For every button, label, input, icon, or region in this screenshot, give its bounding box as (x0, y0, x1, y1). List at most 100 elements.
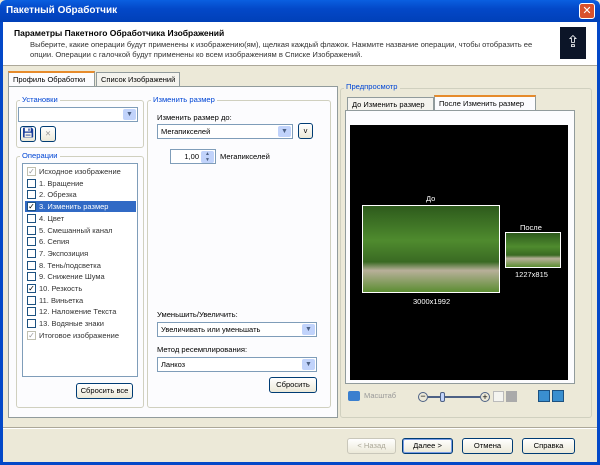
checkbox[interactable] (27, 190, 36, 200)
operation-item[interactable]: ✓ 3. Изменить размер (25, 201, 136, 213)
zoom-slider-thumb[interactable] (440, 392, 445, 402)
operation-item[interactable]: 5. Смешанный канал (25, 225, 136, 236)
checkbox[interactable] (27, 225, 36, 235)
operation-item[interactable]: 11. Виньетка (25, 295, 136, 306)
operation-label: Исходное изображение (39, 167, 121, 176)
operation-label: Итоговое изображение (39, 330, 120, 340)
presets-select[interactable]: ▼ (18, 107, 138, 122)
tab-image-list[interactable]: Список Изображений (96, 72, 180, 86)
footer-divider (3, 427, 597, 429)
preview-label: Предпросмотр (344, 82, 400, 91)
chevron-down-icon: ▼ (123, 109, 136, 120)
operations-list: ✓ Исходное изображение 1. Вращение 2. Обрез… (22, 163, 138, 377)
operation-label: 6. Сепия (39, 237, 70, 247)
tab-before[interactable]: До Изменить размер (347, 97, 434, 111)
checkbox[interactable] (27, 307, 36, 317)
spin-arrows-icon[interactable]: ▲ ▼ (201, 151, 214, 163)
header-title: Параметры Пакетного Обработчика Изображе… (14, 28, 225, 38)
help-button[interactable]: Справка (522, 438, 575, 454)
chevron-down-icon: ▼ (302, 324, 315, 335)
amount-stepper[interactable]: 1,00 ▲ ▼ (170, 149, 216, 164)
amount-unit: Мегапикселей (220, 152, 270, 161)
operation-item[interactable]: 6. Сепия (25, 236, 136, 247)
after-image (505, 232, 561, 268)
checkbox[interactable] (27, 178, 36, 188)
header-description: Выберите, какие операции будут применены… (30, 40, 533, 59)
next-button[interactable]: Далее > (402, 438, 453, 454)
after-size: 1227x815 (515, 270, 548, 279)
close-icon[interactable]: ✕ (579, 3, 595, 19)
zoom-out-icon[interactable]: − (418, 392, 428, 402)
cancel-button[interactable]: Отмена (462, 438, 513, 454)
reset-all-button[interactable]: Сбросить все (76, 383, 133, 399)
actual-size-icon[interactable] (506, 391, 517, 402)
resize-to-label: Изменить размер до: (157, 113, 232, 122)
before-label: До (426, 194, 436, 203)
checkbox[interactable] (27, 272, 36, 282)
operation-item[interactable]: 4. Цвет (25, 213, 136, 224)
operation-item[interactable]: 9. Снижение Шума (25, 271, 136, 282)
operation-item[interactable]: 8. Тень/подсветка (25, 260, 136, 271)
rotate-left-icon[interactable] (538, 390, 550, 402)
back-button[interactable]: < Назад (347, 438, 396, 454)
operation-label: 3. Изменить размер (39, 202, 109, 212)
operation-item[interactable]: ✓ Исходное изображение (25, 166, 136, 177)
checkbox[interactable] (27, 295, 36, 305)
zoom-in-icon[interactable]: + (480, 392, 490, 402)
save-icon: 💾︎ (21, 128, 35, 139)
export-image-icon: ⇪ (560, 27, 586, 59)
checkbox[interactable] (27, 237, 36, 247)
operation-label: 8. Тень/подсветка (39, 260, 101, 270)
resize-to-select[interactable]: Мегапикселей ▼ (157, 124, 293, 139)
checkbox[interactable] (27, 319, 36, 329)
zoom-label: Масштаб (364, 391, 397, 400)
resize-label: Изменить размер (151, 95, 217, 104)
shrink-select[interactable]: Увеличивать или уменьшать ▼ (157, 322, 317, 337)
checkbox[interactable] (27, 260, 36, 270)
resample-label: Метод ресемплирования: (157, 345, 248, 354)
operation-label: 10. Резкость (39, 284, 83, 293)
operations-label: Операции (20, 151, 60, 160)
resize-to-value: Мегапикселей (161, 127, 211, 136)
operation-label: 13. Водяные знаки (39, 319, 104, 329)
operation-item[interactable]: ✓ Итоговое изображение (25, 330, 136, 341)
title-bar[interactable]: Пакетный Обработчик (0, 0, 600, 22)
rotate-right-icon[interactable] (552, 390, 564, 402)
checkbox[interactable]: ✓ (27, 202, 36, 212)
v-button[interactable]: v (298, 123, 313, 139)
tab-profile[interactable]: Профиль Обработки (8, 71, 95, 86)
chevron-down-icon: ▼ (302, 359, 315, 370)
shrink-value: Увеличивать или уменьшать (161, 325, 261, 334)
save-preset-button[interactable]: 💾︎ (20, 126, 36, 142)
resample-select[interactable]: Ланкоз ▼ (157, 357, 317, 372)
shrink-label: Уменьшить/Увеличить: (157, 310, 238, 319)
operation-label: 5. Смешанный канал (39, 225, 113, 235)
before-size: 3000x1992 (413, 297, 451, 306)
resample-value: Ланкоз (161, 360, 186, 369)
reset-button[interactable]: Сбросить (269, 377, 317, 393)
delete-preset-button[interactable]: ✕ (40, 126, 56, 142)
operation-label: 4. Цвет (39, 213, 65, 223)
operation-item[interactable]: 2. Обрезка (25, 189, 136, 200)
operation-label: 11. Виньетка (39, 295, 84, 305)
fit-icon[interactable] (493, 391, 504, 402)
before-image (362, 205, 500, 293)
checkbox[interactable] (27, 248, 36, 258)
operation-item[interactable]: 13. Водяные знаки (25, 318, 136, 329)
amount-value: 1,00 (184, 152, 199, 161)
delete-icon: ✕ (44, 129, 52, 138)
operation-label: 2. Обрезка (39, 190, 77, 200)
operation-item[interactable]: ✓ 10. Резкость (25, 283, 136, 294)
tab-after[interactable]: После Изменить размер (434, 95, 536, 110)
after-label: После (520, 223, 542, 232)
zoom-slider[interactable] (428, 396, 480, 398)
zoom-icon[interactable] (348, 391, 360, 401)
checkbox[interactable] (27, 213, 36, 223)
presets-label: Установки (20, 95, 60, 104)
operation-item[interactable]: 1. Вращение (25, 178, 136, 189)
operation-label: 9. Снижение Шума (39, 272, 105, 282)
chevron-down-icon: ▼ (278, 126, 291, 137)
operation-item[interactable]: 12. Наложение Текста (25, 306, 136, 317)
operation-item[interactable]: 7. Экспозиция (25, 248, 136, 259)
checkbox[interactable]: ✓ (27, 284, 36, 293)
